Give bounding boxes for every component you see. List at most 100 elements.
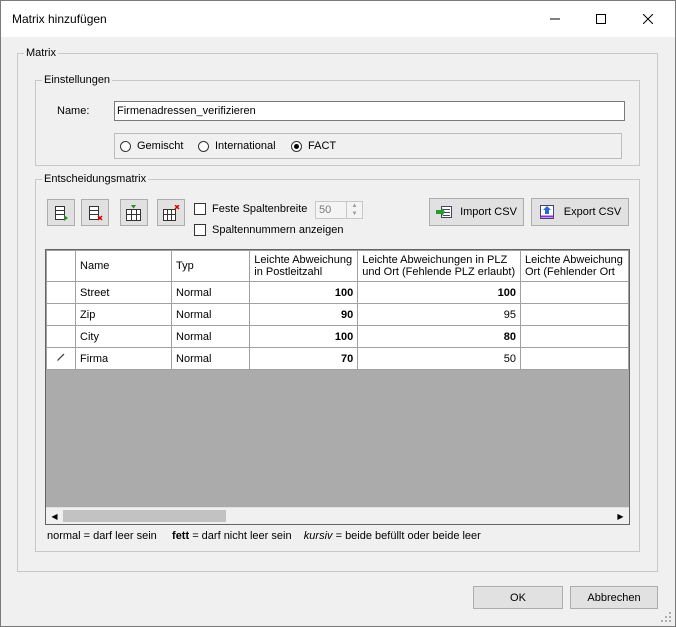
cell-typ[interactable]: Normal [171,325,251,348]
column-header-ort[interactable]: Leichte Abweichung Ort (Fehlender Ort [520,250,629,282]
cell-value[interactable]: 95 [357,303,521,326]
legend-bold-desc: = darf nicht leer sein [189,530,292,542]
fixed-width-label: Feste Spaltenbreite [212,203,308,215]
column-width-spinner[interactable]: 50 ▲ ▼ [315,201,363,219]
legend-bold: fett [172,530,190,542]
radio-gemischt[interactable]: Gemischt [120,140,183,152]
mode-radio-group [114,133,622,159]
cell-value[interactable] [520,325,629,348]
name-input[interactable]: Firmenadressen_verifizieren [114,101,625,121]
radio-fact[interactable]: FACT [291,140,336,152]
matrix-table: Name Typ Leichte Abweichung in Postleitz… [46,250,629,370]
spinner-down-icon[interactable]: ▼ [347,210,362,218]
radio-international[interactable]: International [198,140,276,152]
cell-name[interactable]: Street [75,281,173,304]
cell-typ[interactable]: Normal [171,281,251,304]
spinner-arrows[interactable]: ▲ ▼ [346,202,362,218]
export-csv-button[interactable]: Export CSV [531,198,629,226]
legend-normal-desc: = darf leer sein [80,530,157,542]
dialog-window: Matrix hinzufügen Matrix Einstellungen N… [0,0,676,627]
scrollbar-thumb[interactable] [63,510,226,522]
table-row[interactable]: Firma Normal 70 50 [46,347,629,370]
ok-label: OK [510,591,526,604]
radio-gemischt-label: Gemischt [137,140,184,152]
fixed-width-checkbox-box [194,203,206,215]
radio-fact-label: FACT [308,140,337,152]
radio-international-dot [198,140,209,152]
radio-fact-dot [291,140,302,152]
table-row[interactable]: Street Normal 100 100 [46,281,629,304]
resize-grip-icon[interactable] [660,611,672,623]
column-header-typ[interactable]: Typ [171,250,251,282]
minimize-icon [550,18,560,20]
cell-value[interactable]: 50 [357,347,521,370]
import-csv-button[interactable]: Import CSV [429,198,524,226]
table-row[interactable]: City Normal 100 80 [46,325,629,348]
column-header-postleitzahl[interactable]: Leichte Abweichung in Postleitzahl [249,250,359,282]
decision-matrix-grid[interactable]: Name Typ Leichte Abweichung in Postleitz… [45,249,630,525]
window-title: Matrix hinzufügen [12,12,107,26]
cell-value[interactable]: 100 [249,325,359,348]
delete-column-button[interactable] [157,199,185,226]
cell-value[interactable]: 90 [249,303,359,326]
cell-typ[interactable]: Normal [171,303,251,326]
column-header-plz-ort[interactable]: Leichte Abweichungen in PLZ und Ort (Feh… [357,250,521,282]
name-label: Name: [57,105,90,117]
pencil-icon [57,353,65,361]
legend-italic: kursiv [303,530,333,542]
legend-normal: normal [47,530,81,542]
cell-value[interactable]: 100 [357,281,521,304]
table-row[interactable]: Zip Normal 90 95 [46,303,629,326]
add-column-button[interactable] [120,199,148,226]
import-csv-icon [436,206,453,218]
cell-value[interactable]: 100 [249,281,359,304]
column-numbers-label: Spaltennummern anzeigen [212,224,344,236]
row-header[interactable] [46,303,77,326]
delete-row-icon [89,205,103,221]
add-column-icon [126,204,141,221]
ok-button[interactable]: OK [473,586,563,609]
cell-name[interactable]: Zip [75,303,173,326]
export-csv-label: Export CSV [563,206,622,218]
minimize-button[interactable] [532,1,578,37]
close-button[interactable] [625,1,671,37]
export-csv-icon [539,205,554,219]
row-header[interactable] [46,325,77,348]
column-header-name[interactable]: Name [75,250,173,282]
add-row-button[interactable] [47,199,75,226]
matrix-group-legend: Matrix [26,47,56,59]
corner-header [46,250,77,282]
column-numbers-checkbox-box [194,224,206,236]
legend-italic-desc: = beide befüllt oder beide leer [332,530,481,542]
cell-value[interactable]: 80 [357,325,521,348]
cancel-label: Abbrechen [587,591,641,604]
scroll-left-icon[interactable]: ◀ [46,508,63,524]
cell-name[interactable]: Firma [75,347,173,370]
cell-value[interactable] [520,303,629,326]
column-numbers-checkbox[interactable]: Spaltennummern anzeigen [194,224,343,236]
settings-group-legend: Einstellungen [44,74,111,86]
cancel-button[interactable]: Abbrechen [570,586,658,609]
delete-row-button[interactable] [81,199,109,226]
spinner-up-icon[interactable]: ▲ [347,202,362,210]
maximize-icon [596,14,606,24]
radio-international-label: International [215,140,276,152]
row-header[interactable] [46,281,77,304]
row-header-editing[interactable] [46,347,77,370]
cell-typ[interactable]: Normal [171,347,251,370]
format-legend: normal = darf leer sein fett = darf nich… [47,530,481,542]
cell-value[interactable] [520,281,629,304]
title-bar: Matrix hinzufügen [1,1,675,37]
maximize-button[interactable] [578,1,624,37]
horizontal-scrollbar[interactable]: ◀ ▶ [46,507,629,524]
add-row-icon [55,205,68,221]
cell-value[interactable] [520,347,629,370]
fixed-width-checkbox[interactable]: Feste Spaltenbreite [194,203,307,215]
delete-column-icon [163,204,180,221]
decision-matrix-legend: Entscheidungsmatrix [44,173,147,185]
header-row: Name Typ Leichte Abweichung in Postleitz… [46,250,629,282]
radio-gemischt-dot [120,140,131,152]
cell-value[interactable]: 70 [249,347,359,370]
scroll-right-icon[interactable]: ▶ [612,508,629,524]
cell-name[interactable]: City [75,325,173,348]
